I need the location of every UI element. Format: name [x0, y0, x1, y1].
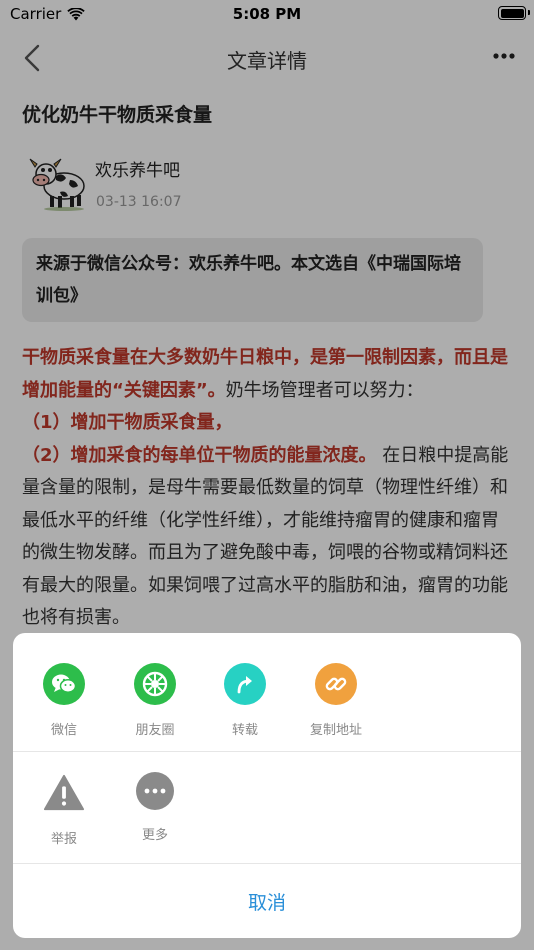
share-arrow-icon: [224, 663, 266, 705]
share-label: 微信: [50, 723, 77, 738]
share-label: 举报: [50, 832, 77, 847]
report-button[interactable]: 举报: [19, 772, 109, 847]
wechat-icon: [43, 663, 85, 705]
share-label: 转载: [231, 723, 258, 738]
cancel-button[interactable]: 取消: [13, 864, 521, 938]
more-icon: [136, 772, 174, 810]
repost-button[interactable]: 转载: [200, 663, 290, 738]
share-sheet: 微信 朋友圈 转载 复制地址 举报 更多 取消: [13, 633, 521, 938]
share-row-secondary: 举报 更多: [13, 752, 521, 864]
share-moments-button[interactable]: 朋友圈: [110, 663, 200, 738]
share-row-primary: 微信 朋友圈 转载 复制地址: [13, 633, 521, 752]
link-icon: [315, 663, 357, 705]
moments-icon: [134, 663, 176, 705]
share-wechat-button[interactable]: 微信: [19, 663, 109, 738]
copy-link-button[interactable]: 复制地址: [291, 663, 381, 738]
share-label: 更多: [141, 828, 168, 843]
share-label: 朋友圈: [135, 723, 175, 738]
share-label: 复制地址: [309, 723, 362, 738]
warning-icon: [43, 772, 85, 814]
more-share-button[interactable]: 更多: [110, 772, 200, 843]
